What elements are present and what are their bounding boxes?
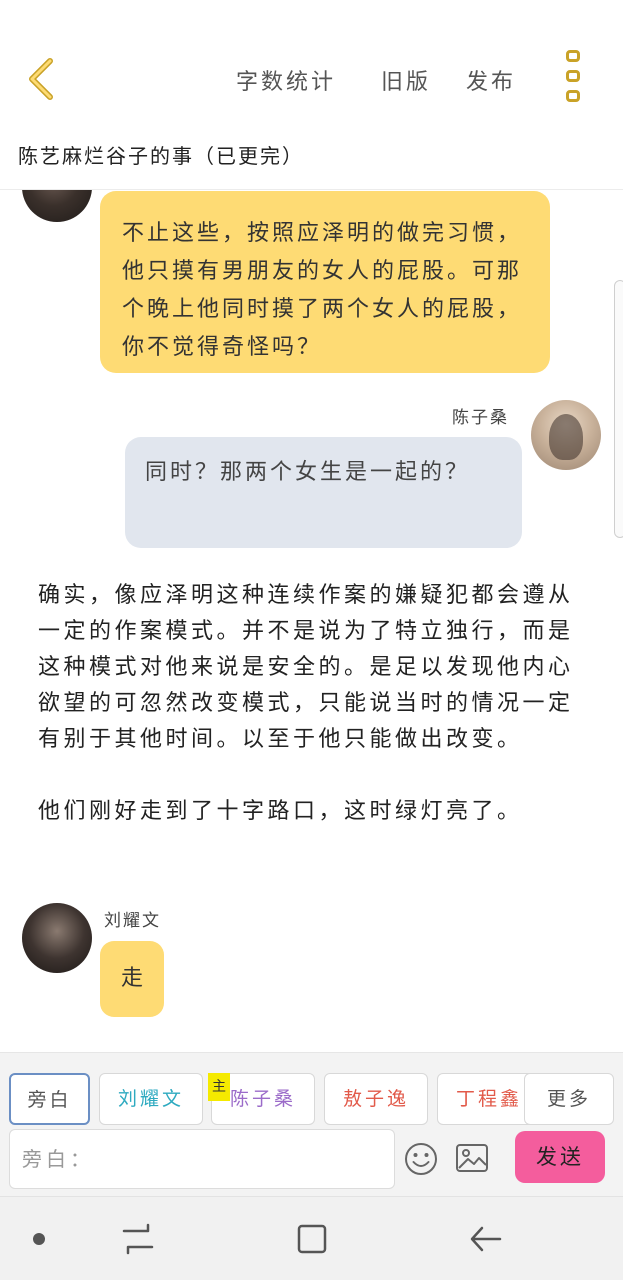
home-icon (297, 1224, 327, 1254)
narration-text: 确实，像应泽明这种连续作案的嫌疑犯都会遵从一定的作案模式。并不是说为了特立独行，… (38, 583, 574, 824)
vertical-dots-icon (566, 90, 580, 102)
emoji-button[interactable] (403, 1141, 439, 1177)
role-tab-narrator[interactable]: 旁白 (9, 1073, 90, 1125)
scroll-handle[interactable] (614, 280, 623, 538)
sender-name: 刘耀文 (104, 911, 161, 931)
old-version-button[interactable]: 旧版 (381, 64, 431, 96)
message-input[interactable] (9, 1129, 395, 1189)
vertical-dots-icon (566, 70, 580, 82)
nav-indicator-dot (33, 1233, 45, 1245)
recents-icon (122, 1223, 154, 1255)
main-role-badge: 主 (208, 1073, 230, 1101)
image-icon (456, 1144, 488, 1172)
chevron-left-icon (29, 58, 53, 100)
send-button[interactable]: 发送 (515, 1131, 605, 1183)
story-title: 陈艺麻烂谷子的事（已更完） (18, 144, 304, 168)
smiley-icon (405, 1143, 437, 1175)
avatar[interactable] (531, 400, 601, 470)
sender-name: 陈子桑 (452, 408, 509, 428)
more-roles-button[interactable]: 更多 (524, 1073, 614, 1125)
more-menu-button[interactable] (560, 50, 586, 106)
system-nav-bar (0, 1196, 623, 1280)
composer: 旁白 刘耀文 主 陈子桑 敖子逸 丁程鑫 更多 发送 (0, 1052, 623, 1196)
recents-button[interactable] (118, 1219, 158, 1259)
avatar[interactable] (22, 190, 92, 222)
system-back-button[interactable] (466, 1219, 506, 1259)
back-arrow-icon (470, 1226, 502, 1252)
avatar[interactable] (22, 903, 92, 973)
vertical-dots-icon (566, 50, 580, 62)
message-bubble: 不止这些，按照应泽明的做完习惯，他只摸有男朋友的女人的屁股。可那个晚上他同时摸了… (100, 191, 550, 373)
publish-button[interactable]: 发布 (466, 64, 516, 96)
word-count-button[interactable]: 字数统计 (236, 64, 336, 96)
image-button[interactable] (455, 1143, 489, 1173)
app-header: 字数统计 旧版 发布 陈艺麻烂谷子的事（已更完） (0, 0, 623, 190)
role-tab-aoziyi[interactable]: 敖子逸 (324, 1073, 428, 1125)
message-bubble: 走 (100, 941, 164, 1017)
role-tab-liuyaowen[interactable]: 刘耀文 (99, 1073, 203, 1125)
back-button[interactable] (22, 55, 62, 103)
home-button[interactable] (292, 1219, 332, 1259)
message-bubble: 同时？那两个女生是一起的？ (125, 437, 522, 548)
chat-thread[interactable]: 不止这些，按照应泽明的做完习惯，他只摸有男朋友的女人的屁股。可那个晚上他同时摸了… (0, 190, 623, 1052)
